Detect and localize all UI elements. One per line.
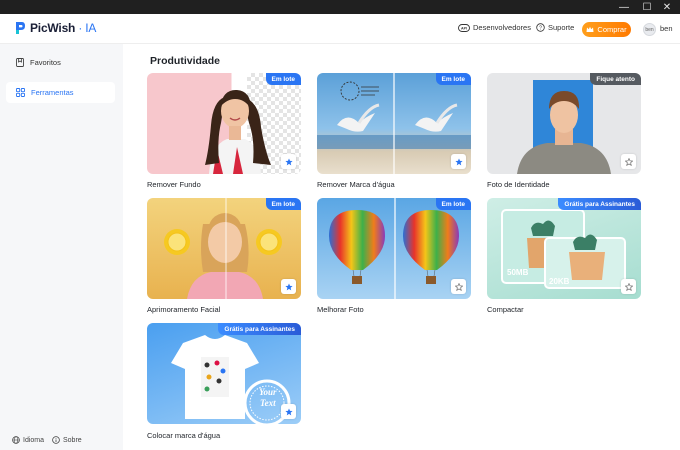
card-badge: Grátis para Assinantes [558,198,641,210]
support-link[interactable]: ? Suporte [536,23,574,32]
sidebar-item-tools[interactable]: Ferramentas [6,82,115,103]
developers-label: Desenvolvedores [473,23,531,32]
svg-text:?: ? [539,25,542,31]
size-after-label: 20KB [549,277,570,286]
sidebar: Favoritos Ferramentas [0,44,123,450]
stamp-text-1: Your [259,387,277,397]
compress-thumbnail: 50MB 20KB Grátis para Assinantes [487,198,641,299]
info-icon [52,436,60,444]
tool-card-face-enhance[interactable]: Em lote Aprimoramento Facial [147,198,301,318]
tool-card-id-photo[interactable]: Fique atento Foto de Identidade [487,73,641,193]
star-filled-icon [284,157,293,165]
card-badge: Grátis para Assinantes [218,323,301,335]
card-label: Remover Marca d'água [317,180,395,189]
buy-button[interactable]: Comprar [582,22,631,37]
sidebar-item-label: Ferramentas [31,88,74,97]
app-logo[interactable]: PicWish · IA [14,21,96,35]
id-portrait-man-illustration [517,80,611,174]
seagull-beach-illustration [317,73,471,174]
app-header: PicWish · IA API Desenvolvedores ? Supor… [0,14,680,44]
card-badge: Em lote [265,198,301,210]
maximize-button[interactable]: ☐ [637,0,657,14]
card-label: Melhorar Foto [317,305,364,314]
help-icon: ? [536,23,545,32]
about-label: Sobre [63,436,82,444]
tshirt-stamp-illustration [171,335,291,424]
buy-label: Comprar [597,25,627,34]
card-badge: Em lote [435,198,471,210]
stamp-text-2: Text [260,398,276,408]
portrait-woman-illustration [205,73,301,174]
id-photo-thumbnail: Fique atento [487,73,641,174]
grid-icon [16,88,25,97]
favorite-star-button[interactable] [451,279,466,294]
about-button[interactable]: Sobre [52,436,82,444]
favorite-star-button[interactable] [621,279,636,294]
star-filled-icon [284,407,293,415]
tool-card-enhance-photo[interactable]: Em lote Melhorar Foto [317,198,471,318]
window-titlebar: — ☐ ✕ [0,0,680,14]
card-label: Foto de Identidade [487,180,550,189]
favorite-star-button[interactable] [281,404,296,419]
add-watermark-thumbnail: Your Text Grátis para Assinantes [147,323,301,424]
face-enhance-thumbnail: Em lote [147,198,301,299]
girl-lemons-illustration [164,198,282,299]
minimize-button[interactable]: — [614,0,634,14]
favorite-star-button[interactable] [451,154,466,169]
globe-icon [12,436,20,444]
card-label: Aprimoramento Facial [147,305,221,314]
card-badge: Em lote [435,73,471,85]
card-badge: Em lote [265,73,301,85]
star-outline-icon [624,157,633,166]
support-label: Suporte [548,23,575,32]
hot-air-balloons-illustration [329,198,459,299]
size-before-label: 50MB [507,268,529,277]
bookmark-icon [16,58,24,67]
star-filled-icon [454,157,463,165]
enhance-photo-thumbnail: Em lote [317,198,471,299]
card-badge: Fique atento [590,73,641,85]
tool-card-add-watermark[interactable]: Your Text Grátis para Assinantes Colocar… [147,323,301,445]
tool-card-remove-background[interactable]: Em lote Remover Fundo [147,73,301,193]
card-label: Compactar [487,305,524,314]
star-filled-icon [284,282,293,290]
developers-link[interactable]: API Desenvolvedores [458,23,531,32]
picwish-logo-icon [16,22,25,34]
favorite-star-button[interactable] [621,154,636,169]
close-button[interactable]: ✕ [657,0,677,14]
card-label: Colocar marca d'água [147,431,221,440]
star-outline-icon [454,282,463,291]
tool-card-compress[interactable]: 50MB 20KB Grátis para Assinantes Compact… [487,198,641,318]
tool-card-remove-watermark[interactable]: Em lote Remover Marca d'água [317,73,471,193]
user-name[interactable]: ben [660,24,673,33]
language-label: Idioma [23,436,45,444]
sidebar-item-favorites[interactable]: Favoritos [6,52,115,73]
svg-text:API: API [461,26,467,30]
avatar[interactable]: ben [643,23,656,36]
favorite-star-button[interactable] [281,279,296,294]
language-button[interactable]: Idioma [12,436,44,444]
star-outline-icon [624,282,633,291]
remove-watermark-thumbnail: Em lote [317,73,471,174]
sidebar-item-label: Favoritos [30,58,61,67]
card-label: Remover Fundo [147,180,201,189]
section-title: Produtividade [150,55,221,67]
crown-icon [586,26,594,32]
favorite-star-button[interactable] [281,154,296,169]
app-name: PicWish · IA [30,21,97,35]
remove-background-thumbnail: Em lote [147,73,301,174]
api-icon: API [458,23,470,32]
